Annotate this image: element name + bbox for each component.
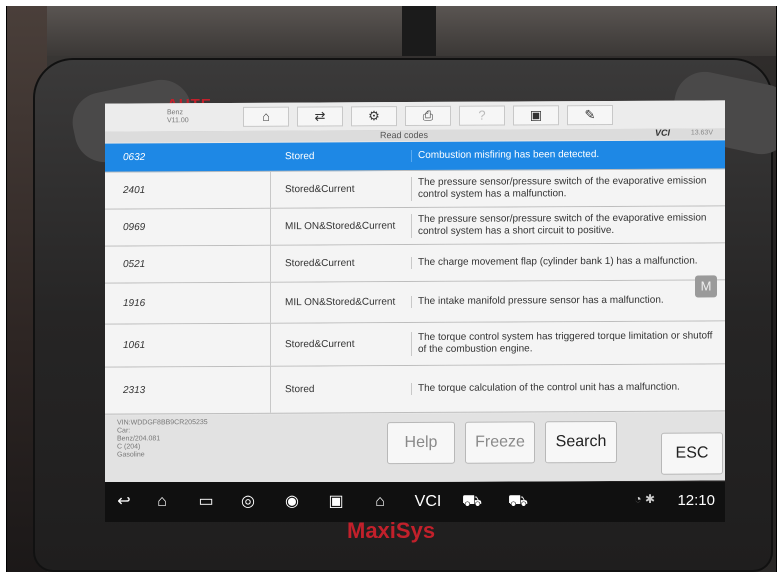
vehicle-swap-button[interactable]: ⇄ [297,106,343,127]
page-title: Read codes [380,129,429,141]
help-button[interactable]: Help [387,421,455,465]
help-toolbar-button[interactable]: ? [459,105,505,126]
chrome-icon[interactable]: ◎ [235,490,261,514]
edit-button[interactable]: ✎ [567,104,613,126]
dtc-description: The pressure sensor/pressure switch of t… [411,212,718,239]
dtc-description: The intake manifold pressure sensor has … [411,294,718,309]
settings-icon: ⚙ [368,108,380,124]
table-row[interactable]: 0521 Stored&Current The charge movement … [105,243,725,284]
brand-logo-bottom: MaxiSys [347,518,436,543]
dtc-code: 0969 [123,221,146,234]
car-fuel: Gasoline [117,451,145,459]
column-divider [270,282,271,323]
dtc-code: 0521 [123,258,146,271]
dtc-description: The torque calculation of the control un… [411,381,718,396]
print-button[interactable]: ⎙ [405,105,451,127]
camera-icon[interactable]: ◉ [279,490,305,514]
toolbar: Benz V11.00 ⌂ ⇄ ⚙ ⎙ ? ▣ ✎ [105,100,725,133]
battery-voltage: 13.63V [690,129,713,137]
dtc-status: Stored [285,384,315,396]
make-label: Benz [167,109,183,117]
screen-record-icon[interactable]: ▣ [323,490,349,514]
table-row[interactable]: 1916 MIL ON&Stored&Current The intake ma… [105,280,725,325]
car-icon[interactable]: ⛟ [459,490,485,514]
dtc-status: MIL ON&Stored&Current [285,220,396,233]
table-row[interactable]: 0969 MIL ON&Stored&Current The pressure … [105,206,725,247]
dtc-status: Stored&Current [285,338,355,351]
back-icon[interactable]: ↩ [111,490,137,514]
dtc-status: Stored&Current [285,257,355,270]
dtc-status: Stored&Current [285,183,355,196]
esc-button[interactable]: ESC [661,432,723,475]
dtc-status: Stored [285,151,315,163]
vci-icon[interactable]: VCI [411,490,445,514]
usb-cable [402,6,436,56]
floating-m-badge[interactable]: M [695,275,717,298]
dtc-code: 0632 [123,151,146,164]
home-button[interactable]: ⌂ [243,106,289,127]
home-icon[interactable]: ⌂ [149,490,175,514]
search-button[interactable]: Search [545,420,617,464]
column-divider [270,245,271,282]
dtc-code: 2401 [123,184,146,197]
table-row[interactable]: 2401 Stored&Current The pressure sensor/… [105,169,725,210]
vin-text: VIN:WDDGF8BB9CR205235 [117,419,208,427]
edit-icon: ✎ [584,107,596,123]
dtc-code: 1061 [123,339,146,352]
maxisys-home-icon[interactable]: ⌂ [367,490,393,514]
dtc-description: Combustion misfiring has been detected. [411,148,718,163]
settings-button[interactable]: ⚙ [351,106,397,127]
save-icon: ▣ [529,107,543,123]
column-divider [270,208,271,245]
dtc-code: 2313 [123,384,146,397]
dtc-status: MIL ON&Stored&Current [285,296,396,309]
help-icon: ? [478,107,486,123]
dtc-description: The pressure sensor/pressure switch of t… [411,175,718,202]
column-divider [270,366,271,413]
tablet-screen: Benz V11.00 ⌂ ⇄ ⚙ ⎙ ? ▣ ✎ Read codes VCI… [105,100,725,484]
vehicle-info: VIN:WDDGF8BB9CR205235 Car: Benz/204.081 … [117,419,208,459]
dtc-description: The charge movement flap (cylinder bank … [411,255,718,270]
save-button[interactable]: ▣ [513,105,559,126]
freeze-button[interactable]: Freeze [465,421,535,464]
recent-apps-icon[interactable]: ▭ [193,490,219,514]
photo-frame: AUTE Benz V11.00 ⌂ ⇄ ⚙ ⎙ ? ▣ ✎ Read code… [6,6,777,572]
dtc-code: 1916 [123,297,146,310]
vci-indicator: VCI [654,127,670,138]
wifi-icon: ◔ ✱ [634,492,655,506]
home-icon: ⌂ [262,108,270,124]
column-divider [270,171,271,208]
car-user-icon[interactable]: ⛟ [505,490,531,514]
version-label: V11.00 [167,117,189,125]
vehicle-make: Benz V11.00 [167,109,189,125]
column-divider [270,323,271,366]
android-navbar: ↩ ⌂ ▭ ◎ ◉ ▣ ⌂ VCI ⛟ ⛟ ◔ ✱ 12:10 [105,482,725,522]
print-icon: ⎙ [422,107,434,123]
footer-panel: VIN:WDDGF8BB9CR205235 Car: Benz/204.081 … [105,412,725,484]
table-row[interactable]: 2313 Stored The torque calculation of th… [105,364,725,415]
table-row[interactable]: 1061 Stored&Current The torque control s… [105,321,725,368]
status-time: 12:10 [677,492,715,509]
dtc-description: The torque control system has triggered … [411,330,718,357]
table-row[interactable]: 0632 Stored Combustion misfiring has bee… [105,140,725,173]
vehicle-swap-icon: ⇄ [314,108,326,124]
